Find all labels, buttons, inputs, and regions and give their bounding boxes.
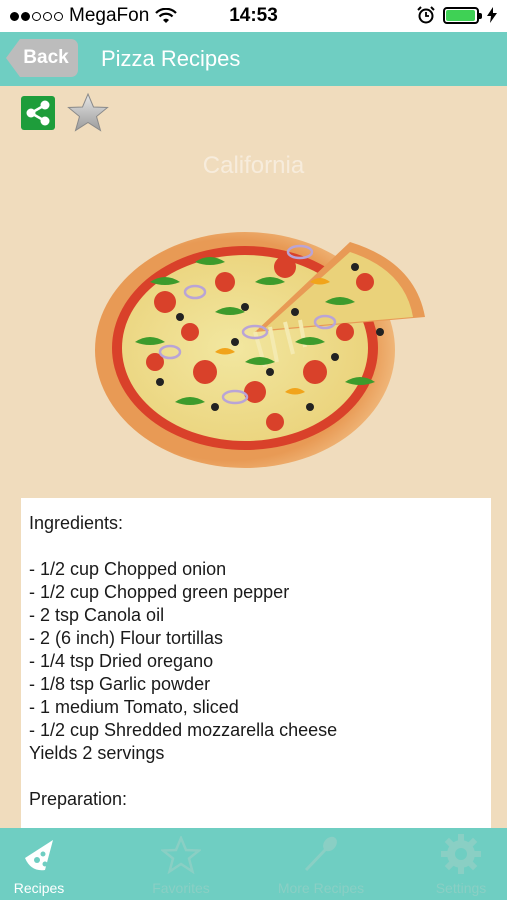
spoon-icon	[304, 836, 337, 872]
status-bar: MegaFon 14:53	[0, 0, 507, 32]
pizza-image	[95, 232, 425, 468]
navigation-bar: Back Pizza Recipes	[0, 32, 507, 86]
tab-bar: Recipes Favorites More Recipes Settings	[0, 828, 507, 900]
tab-label: More Recipes	[277, 880, 365, 896]
gear-icon	[441, 834, 481, 874]
back-button[interactable]: Back	[6, 39, 78, 77]
tab-more-recipes[interactable]: More Recipes	[266, 828, 376, 900]
share-icon	[26, 100, 50, 126]
tab-label: Recipes	[13, 880, 65, 896]
tab-recipes[interactable]: Recipes	[0, 828, 94, 900]
tab-favorites[interactable]: Favorites	[126, 828, 236, 900]
recipe-text: Ingredients: - 1/2 cup Chopped onion - 1…	[21, 498, 491, 838]
star-outline-icon	[161, 836, 201, 874]
favorite-star-button[interactable]	[66, 92, 110, 134]
nav-title: Pizza Recipes	[101, 46, 241, 71]
tab-label: Favorites	[152, 880, 210, 896]
battery-icon	[443, 6, 482, 24]
recipe-title: California	[202, 152, 305, 179]
alarm-clock-icon	[417, 6, 435, 24]
pizza-slice-icon	[25, 840, 53, 871]
tab-settings[interactable]: Settings	[406, 828, 507, 900]
tab-label: Settings	[435, 880, 487, 896]
share-button[interactable]	[21, 96, 55, 130]
charging-bolt-icon	[487, 7, 497, 23]
